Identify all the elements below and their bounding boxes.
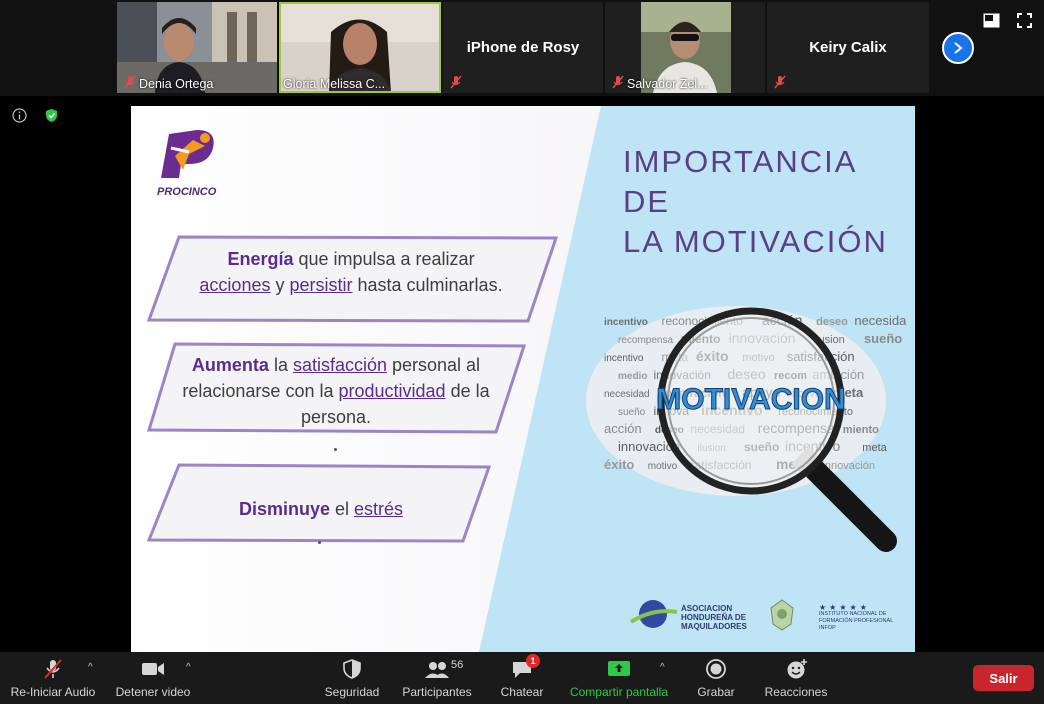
video-options-caret-icon[interactable]: ^ xyxy=(186,662,191,673)
cloud-word: éxito xyxy=(604,457,634,472)
slide-dot xyxy=(318,541,321,544)
cloud-word: incentivo xyxy=(604,317,648,328)
cloud-word: miento xyxy=(843,424,879,436)
infop-logo: ★★★★★ INSTITUTO NACIONAL DE FORMACIÓN PR… xyxy=(819,604,899,632)
participant-name: Gloria Melissa C... xyxy=(283,77,386,91)
card-1-text-3: hasta culminarlas. xyxy=(352,275,503,295)
chat-button[interactable]: 1 Chatear xyxy=(492,652,552,704)
participant-name: Keiry Calix xyxy=(809,39,887,56)
card-2-underline-2: productividad xyxy=(338,381,446,401)
cloud-word: necesidad xyxy=(854,313,906,328)
card-2-underline-1: satisfacción xyxy=(292,355,387,375)
card-1-text-2: y xyxy=(270,275,290,295)
share-screen-icon xyxy=(608,661,630,676)
participants-label: Participantes xyxy=(402,685,472,699)
participant-tile-3[interactable]: iPhone de Rosy xyxy=(443,2,603,93)
audio-button[interactable]: Re-Iniciar Audio xyxy=(0,652,106,704)
motivation-word-cloud: incentivoreconocimientoaccióndeseonecesi… xyxy=(586,306,906,552)
reactions-smiley-icon xyxy=(787,659,807,679)
security-label: Seguridad xyxy=(324,685,380,699)
video-camera-icon xyxy=(142,663,164,675)
card-1-text-1: que impulsa a realizar xyxy=(293,249,475,269)
chevron-right-icon xyxy=(954,42,963,54)
share-screen-label: Compartir pantalla xyxy=(569,685,669,699)
ahm-logo-label: ASOCIACION HONDUREÑA DE MAQUILADORES xyxy=(681,604,747,631)
chat-badge: 1 xyxy=(526,654,540,668)
cloud-word: recompensa xyxy=(618,335,673,346)
shared-screen-slide: PROCINCO IMPORTANCIA DE LA MOTIVACIÓN En… xyxy=(131,106,915,652)
chat-label: Chatear xyxy=(500,685,544,699)
card-aumenta: Aumenta la satisfacción personal al rela… xyxy=(161,352,511,430)
encryption-shield-icon[interactable] xyxy=(44,108,59,123)
reactions-label: Reacciones xyxy=(764,685,828,699)
mic-muted-icon xyxy=(124,75,136,89)
record-button[interactable]: Grabar xyxy=(690,652,742,704)
participant-strip: Denia Ortega Gloria Melissa C... iPhone … xyxy=(0,0,1044,96)
cloud-word: motivo xyxy=(648,461,678,472)
cloud-word: meta xyxy=(862,442,887,454)
next-page-button[interactable] xyxy=(942,32,974,64)
cloud-word: sueño xyxy=(864,331,902,346)
share-options-caret-icon[interactable]: ^ xyxy=(660,662,665,673)
participant-tile-4[interactable]: Salvador Zel... xyxy=(605,2,765,93)
leave-meeting-button[interactable]: Salir xyxy=(973,665,1034,691)
share-screen-button[interactable]: Compartir pantalla xyxy=(566,652,672,704)
card-1-underline-1: acciones xyxy=(199,275,271,295)
cloud-main-word: MOTIVACION xyxy=(656,383,845,416)
meeting-info-icon[interactable] xyxy=(12,108,27,123)
mic-muted-icon xyxy=(450,75,462,89)
card-3-bold: Disminuye xyxy=(238,499,330,519)
ahm-globe-logo-icon xyxy=(629,600,678,628)
participants-button[interactable]: 56 Participantes xyxy=(398,652,476,704)
view-layout-icon[interactable] xyxy=(983,13,1000,28)
participant-tile-2[interactable]: Gloria Melissa C... xyxy=(279,2,441,93)
record-icon xyxy=(706,659,726,679)
participant-tile-5[interactable]: Keiry Calix xyxy=(767,2,929,93)
video-button[interactable]: Detener video xyxy=(106,652,200,704)
card-2-text-1: la xyxy=(268,355,293,375)
infop-stars-icon: ★★★★★ xyxy=(819,603,870,612)
government-crest-icon xyxy=(770,599,794,631)
card-disminuye: Disminuye el estrés xyxy=(161,496,481,522)
security-button[interactable]: Seguridad xyxy=(318,652,386,704)
card-energia: Energía que impulsa a realizar acciones … xyxy=(171,246,531,298)
audio-label: Re-Iniciar Audio xyxy=(10,685,96,699)
mic-muted-icon xyxy=(612,75,624,89)
video-label: Detener video xyxy=(115,685,191,699)
card-1-bold: Energía xyxy=(227,249,294,269)
cloud-word: sueño xyxy=(618,407,646,418)
card-3-underline-1: estrés xyxy=(354,499,404,519)
participants-icon xyxy=(425,662,449,678)
card-1-underline-2: persistir xyxy=(289,275,353,295)
infop-text: INSTITUTO NACIONAL DE FORMACIÓN PROFESIO… xyxy=(819,611,894,631)
cloud-word: necesidad xyxy=(604,389,650,400)
cloud-word: deseo xyxy=(816,316,848,328)
card-3-text-1: el xyxy=(329,499,354,519)
participant-name: Denia Ortega xyxy=(139,77,214,91)
security-shield-icon xyxy=(343,659,361,679)
reactions-button[interactable]: Reacciones xyxy=(760,652,832,704)
participant-name: iPhone de Rosy xyxy=(466,39,580,56)
fullscreen-icon[interactable] xyxy=(1017,13,1032,28)
participants-count: 56 xyxy=(451,659,464,671)
mic-muted-icon xyxy=(774,75,786,89)
participant-name: Salvador Zel... xyxy=(627,77,708,91)
participant-tile-1[interactable]: Denia Ortega xyxy=(117,2,277,93)
mic-muted-icon xyxy=(44,659,62,679)
audio-options-caret-icon[interactable]: ^ xyxy=(88,662,93,673)
cloud-word: incentivo xyxy=(604,353,644,364)
card-2-bold: Aumenta xyxy=(191,355,269,375)
ahm-logo-text: ASOCIACION HONDUREÑA DE MAQUILADORES xyxy=(681,604,747,631)
slide-dot xyxy=(334,448,337,451)
cloud-word: medio xyxy=(618,371,647,382)
cloud-word: acción xyxy=(604,421,642,436)
record-label: Grabar xyxy=(697,685,735,699)
